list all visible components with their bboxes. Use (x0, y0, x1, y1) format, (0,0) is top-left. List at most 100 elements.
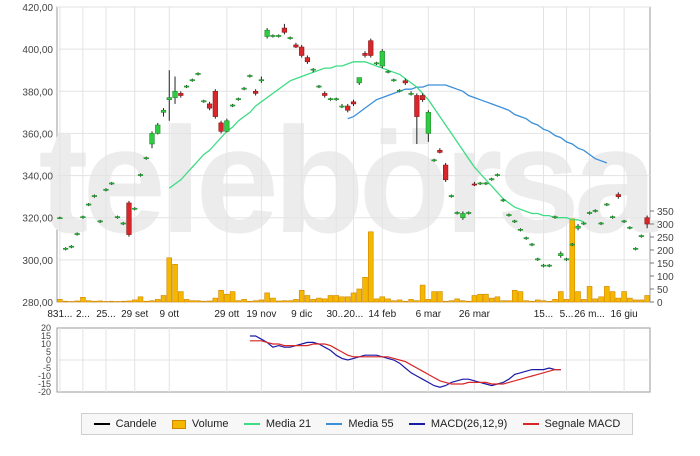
candle-body (414, 95, 420, 117)
legend-label: MACD(26,12,9) (430, 418, 508, 430)
candle-body (235, 98, 241, 101)
volume-bar (425, 299, 432, 303)
candle-body (183, 85, 190, 88)
volume-bar (321, 298, 328, 303)
candle-body (143, 157, 149, 160)
candle-body (241, 87, 247, 90)
legend-item: Media 55 (326, 418, 394, 430)
candle-body (408, 93, 414, 95)
volume-bar (172, 263, 178, 303)
volume-bar (270, 297, 276, 303)
volume-bar (609, 291, 616, 303)
volume-tick-label: 250 (657, 233, 674, 244)
volume-bar (442, 300, 449, 303)
candle-body (592, 210, 598, 212)
candle-body (569, 243, 575, 246)
candle-body (540, 264, 547, 267)
candle-body (466, 212, 472, 214)
chart-legend: Candele Volume Media 21 Media 55 MACD(26,12,… (81, 413, 633, 435)
candle-body (437, 149, 443, 153)
candle-body (477, 182, 483, 185)
volume-bar (120, 300, 126, 303)
candle-body (581, 222, 587, 225)
volume-bar (212, 297, 219, 303)
volume-bar (178, 291, 184, 303)
volume-bar (298, 289, 305, 303)
volume-bar (189, 300, 196, 303)
x-tick-label: 26 mar (459, 309, 491, 320)
candle-body (517, 229, 524, 231)
volume-bar (488, 297, 495, 303)
price-tick-label: 340,00 (22, 172, 53, 183)
legend-label: Candele (115, 418, 157, 430)
candle-body (281, 27, 288, 33)
legend-label: Media 55 (348, 418, 394, 430)
volume-bar (598, 296, 604, 303)
volume-bar (131, 299, 138, 303)
x-tick-label: 6 mar (416, 309, 442, 320)
candle-body (391, 79, 397, 82)
candle-body (385, 70, 391, 73)
volume-bar (627, 297, 633, 303)
x-tick-label: 29 ott (214, 309, 239, 320)
volume-bar (448, 300, 455, 303)
candle-body (454, 212, 460, 214)
volume-bar (57, 299, 63, 303)
candle-body (137, 174, 144, 176)
volume-bar (293, 299, 299, 303)
volume-bar (62, 300, 69, 303)
legend-item: Segnale MACD (522, 418, 620, 430)
volume-bar (471, 295, 478, 303)
legend-item: Candele (93, 418, 157, 430)
volume-bar (546, 300, 552, 303)
volume-bar (339, 296, 345, 303)
candle-body (287, 37, 293, 39)
volume-bar (569, 218, 576, 303)
legend-item: Volume (171, 418, 229, 430)
candle-body (621, 220, 627, 223)
candle-body (489, 178, 495, 181)
x-tick-label: 20... (344, 309, 363, 320)
candle-body (494, 174, 501, 176)
volume-bar (454, 298, 460, 303)
price-tick-label: 320,00 (22, 214, 53, 225)
volume-bar (80, 297, 86, 303)
volume-tick-label: 100 (657, 272, 674, 283)
candle-body (224, 120, 230, 132)
candle-body (644, 217, 650, 225)
volume-bar (529, 300, 535, 303)
candle-body (638, 235, 644, 237)
candle-body (322, 93, 328, 96)
volume-bar (183, 299, 190, 303)
volume-bar (126, 300, 132, 303)
candle-body (178, 93, 184, 96)
volume-bar (552, 299, 558, 303)
volume-bar (558, 291, 564, 303)
price-tick-label: 400,00 (22, 45, 53, 56)
volume-bar (149, 300, 155, 303)
volume-bar (419, 284, 426, 303)
volume-bar (465, 300, 472, 303)
volume-bar (540, 300, 547, 303)
candle-body (132, 207, 138, 210)
price-tick-label: 420,00 (22, 3, 53, 14)
volume-bar (91, 300, 98, 303)
volume-bar (621, 291, 627, 303)
candle-body (310, 68, 316, 71)
volume-bar (206, 300, 213, 303)
volume-bar (68, 301, 75, 303)
candle-body (172, 90, 178, 98)
candle-body (471, 183, 478, 186)
volume-bar (586, 286, 593, 303)
candle-body (258, 79, 264, 82)
legend-swatch (522, 423, 539, 425)
volume-bar (523, 300, 529, 303)
candle-body (126, 202, 132, 235)
candle-body (264, 29, 270, 37)
volume-bar (356, 288, 363, 303)
volume-bar (368, 231, 374, 303)
candle-body (615, 194, 621, 197)
volume-bar (644, 295, 650, 303)
watermark-logo: telebörsa (39, 96, 660, 264)
candle-body (97, 220, 103, 223)
